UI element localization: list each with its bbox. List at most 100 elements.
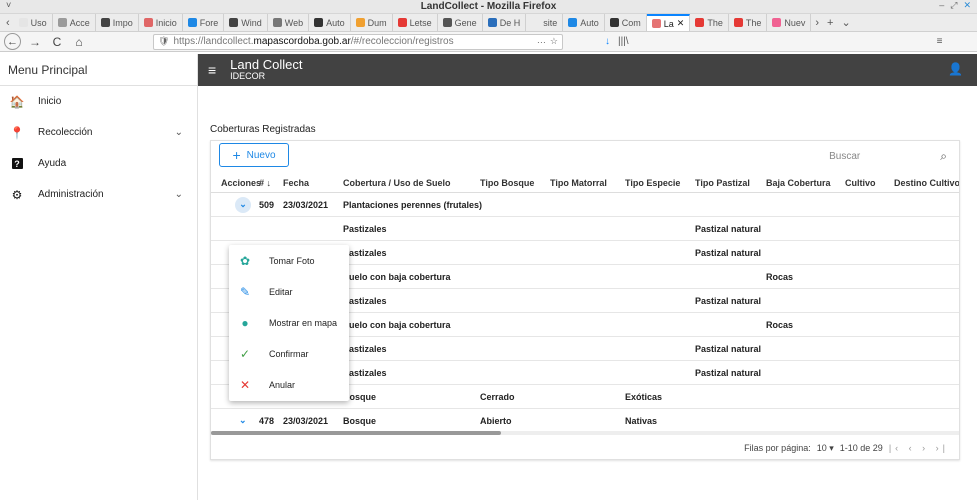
sidebar-item-label: Administración [38,189,104,200]
scrollbar-thumb[interactable] [211,431,501,435]
column-header[interactable]: Tipo Bosque [480,178,550,188]
browser-tab[interactable]: La ✕ [646,14,691,31]
browser-tab[interactable]: The [690,14,729,31]
browser-tab[interactable]: Web [268,14,310,31]
browser-tab[interactable]: Auto [563,14,605,31]
library-icon[interactable]: |||\ [618,36,629,47]
new-tab-icon[interactable]: + [823,17,837,29]
download-icon[interactable]: ↓ [605,36,610,47]
app-menu-icon[interactable]: ≡ [937,36,943,47]
column-header[interactable]: # ↓ [259,178,283,188]
column-header[interactable]: Tipo Matorral [550,178,625,188]
check-icon: ✓ [239,346,251,361]
home-icon[interactable]: ⌂ [71,34,87,50]
browser-tab[interactable]: Dum [351,14,393,31]
window-titlebar: ˅ LandCollect - Mozilla Firefox ‒ ⤢ ✕ [0,0,977,14]
browser-tab[interactable]: site [526,14,564,31]
tab-label: Nuev [784,17,806,28]
sidebar-item-3[interactable]: ⚙ Administración ⌄ [0,179,197,210]
sidebar-item-1[interactable]: 📍 Recolección ⌄ [0,117,197,148]
bookmark-star-icon[interactable]: ☆ [550,36,558,47]
cell-cobertura: Pastizales [343,295,387,306]
tab-label: La [663,18,674,29]
url-bar[interactable]: 🛡 https://landcollect.mapascordoba.gob.a… [153,33,563,50]
menu-item-check[interactable]: ✓ Confirmar [229,338,349,369]
chevron-down-icon: ▾ [829,442,834,453]
browser-tab[interactable]: Inicio [139,14,183,31]
menu-item-map-pin[interactable]: ● Mostrar en mapa [229,307,349,338]
tab-label: De H [499,17,521,28]
tab-overflow-icon[interactable]: › [811,17,823,29]
hamburger-menu-icon[interactable]: ≡ [208,62,216,78]
menu-item-pencil[interactable]: ✎ Editar [229,276,349,307]
tab-favicon-icon [531,18,541,27]
forward-icon[interactable]: → [27,34,43,50]
column-header[interactable]: Acciones [211,178,261,188]
horizontal-scrollbar[interactable] [211,431,959,435]
browser-tab[interactable]: Gene [438,14,483,31]
table-row[interactable]: ⌄ 509 23/03/2021 Plantaciones perennes (fru… [211,193,959,217]
reload-icon[interactable]: C [49,34,65,50]
browser-tab[interactable]: Acce [53,14,96,31]
column-header[interactable]: Tipo Especie [625,178,695,188]
cell-especie: Exóticas [625,391,663,402]
page-actions-icon[interactable]: ··· [537,37,546,47]
menu-item-camera[interactable]: ✿ Tomar Foto [229,245,349,276]
close-window-icon[interactable]: ✕ [963,0,971,11]
table-row[interactable]: ⌄ 478 23/03/2021 Bosque Abierto Nativas [211,409,959,433]
rows-per-page-select[interactable]: 10 ▾ [817,443,834,454]
account-icon[interactable]: 👤 [948,62,963,76]
browser-tab[interactable]: Auto [309,14,351,31]
tab-favicon-icon [695,18,705,27]
search-icon[interactable]: ⌕ [940,149,947,164]
expand-actions-icon[interactable]: ⌄ [235,196,251,213]
shield-icon[interactable]: 🛡 [158,36,169,47]
menu-item-close[interactable]: ✕ Anular [229,369,349,400]
cell-bosque: Cerrado [480,391,515,402]
menu-item-label: Tomar Foto [269,255,315,266]
map-pin-icon: ● [241,315,249,330]
maximize-icon[interactable]: ⤢ [950,0,957,11]
tab-list-icon[interactable]: ⌄ [837,16,854,29]
url-domain: mapascordoba.gob.ar [253,36,351,47]
column-header[interactable]: Fecha [283,178,343,188]
browser-tab[interactable]: De H [483,14,527,31]
browser-tab[interactable]: Wind [224,14,268,31]
browser-tab[interactable]: Com [605,14,647,31]
search-box[interactable]: Buscar ⌕ [807,147,947,165]
browser-tab[interactable]: Letse [393,14,438,31]
browser-tab[interactable]: Fore [183,14,225,31]
column-header[interactable]: Baja Cobertura [766,178,845,188]
expand-actions-icon[interactable]: ⌄ [239,415,247,426]
page-navigation-icons[interactable]: |‹ ‹ › ›| [889,443,949,453]
menu-item-label: Editar [269,286,293,297]
column-header[interactable]: Cultivo [845,178,894,188]
search-input[interactable]: Buscar [829,151,860,162]
back-icon[interactable]: ← [4,33,21,50]
close-tab-icon[interactable]: ✕ [677,18,685,29]
cell-baja: Rocas [766,271,794,282]
tab-favicon-icon [568,18,578,27]
tab-label: The [707,17,723,28]
sidebar-item-0[interactable]: 🏠 Inicio [0,86,197,117]
row-actions-cell: ⌄ [211,196,259,213]
tab-scroll-left-icon[interactable]: ‹ [2,17,14,29]
browser-tab[interactable]: Nuev [767,14,812,31]
column-header[interactable]: Cobertura / Uso de Suelo [343,178,480,188]
browser-tab[interactable]: Uso [14,14,53,31]
browser-tab-bar: ‹ Uso Acce Impo Inicio Fore Wind Web Auto Dum Lets… [0,14,977,32]
url-text[interactable]: https://landcollect.mapascordoba.gob.ar/… [173,36,532,47]
browser-tab[interactable]: Impo [96,14,139,31]
new-record-button[interactable]: + Nuevo [219,143,289,167]
table-row[interactable]: Pastizales Pastizal natural [211,217,959,241]
browser-tab[interactable]: The [729,14,768,31]
browser-nav-bar: ← → C ⌂ 🛡 https://landcollect.mapascordo… [0,32,977,52]
tab-label: Web [284,17,304,28]
column-header[interactable]: Tipo Pastizal [695,178,766,188]
tab-favicon-icon [733,18,743,27]
column-header[interactable]: Destino Cultivo [894,178,959,188]
sidebar-item-label: Inicio [38,96,62,107]
sidebar-item-2[interactable]: ? Ayuda [0,148,197,179]
minimize-icon[interactable]: ‒ [939,0,944,11]
url-prefix: https://landcollect. [173,36,254,47]
